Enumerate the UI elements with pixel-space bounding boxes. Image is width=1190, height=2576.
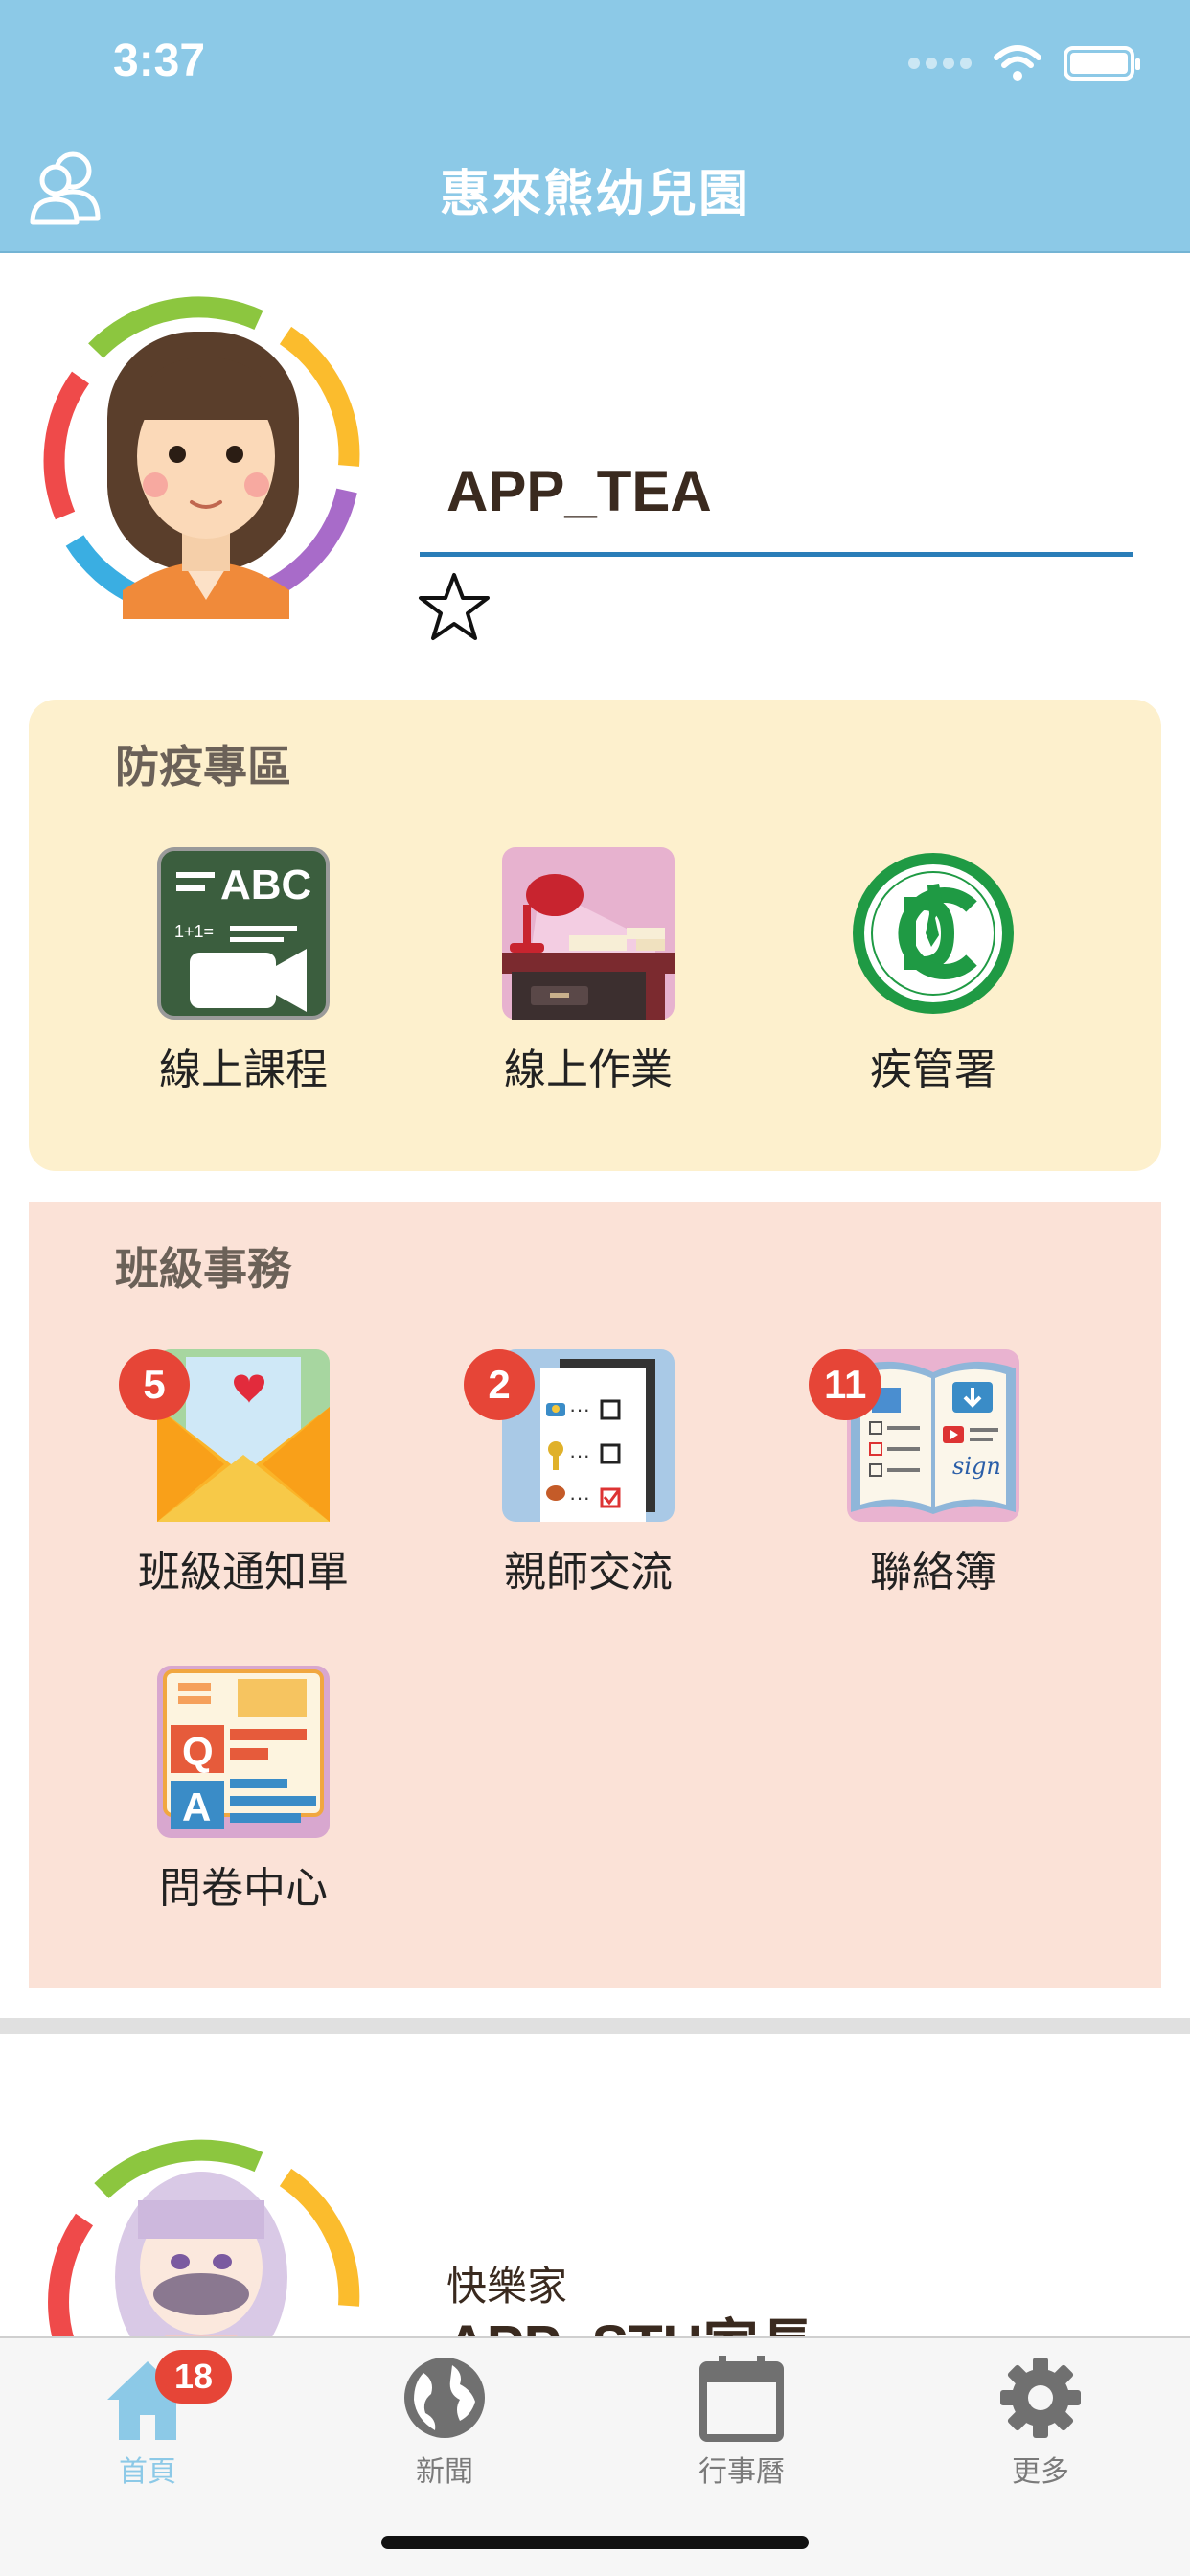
section-divider [0, 2018, 1190, 2034]
tile-label: 線上作業 [504, 1046, 673, 1094]
page-title: 惠來熊幼兒園 [439, 166, 750, 223]
gear-icon [1000, 2358, 1081, 2438]
class-affairs-section: 班級事務 5 班級通知單 ··· ··· ··· 2 親師交流 sign 11 … [29, 1202, 1161, 1988]
teacher-avatar[interactable] [38, 293, 374, 629]
notification-badge: 18 [155, 2350, 232, 2404]
tile-label: 親師交流 [504, 1548, 673, 1597]
name-underline [420, 552, 1133, 557]
svg-text:Q: Q [182, 1729, 214, 1774]
svg-text:···: ··· [569, 1485, 590, 1509]
tile-label: 線上課程 [159, 1046, 328, 1094]
tile-cdc[interactable]: 疾管署 [790, 847, 1077, 1096]
svg-text:···: ··· [569, 1443, 590, 1467]
svg-text:···: ··· [569, 1397, 590, 1421]
profile-name: APP_TEA [446, 459, 712, 523]
svg-text:1+1=: 1+1= [174, 922, 214, 941]
app-header: 3:37 惠來熊幼兒園 [0, 0, 1190, 253]
svg-text:A: A [182, 1784, 211, 1829]
tab-more[interactable]: 更多 [945, 2352, 1136, 2490]
cellular-signal-icon [908, 58, 972, 69]
status-time: 3:37 [113, 35, 206, 86]
tab-home[interactable]: 18 首頁 [52, 2350, 243, 2490]
tile-label: 疾管署 [870, 1046, 996, 1094]
tile-survey-center[interactable]: Q A 問卷中心 [100, 1666, 387, 1915]
online-class-icon: ABC 1+1= [157, 847, 330, 1020]
svg-text:sign: sign [952, 1453, 1001, 1480]
tile-label: 聯絡簿 [870, 1548, 996, 1597]
tab-label: 首頁 [119, 2455, 176, 2489]
tab-news[interactable]: 新聞 [349, 2352, 540, 2490]
tile-online-class[interactable]: ABC 1+1= 線上課程 [100, 847, 387, 1096]
tile-label: 問卷中心 [159, 1864, 328, 1913]
tile-contact-book[interactable]: sign 11 聯絡簿 [790, 1349, 1077, 1598]
home-indicator[interactable] [381, 2536, 809, 2549]
notification-badge: 11 [809, 1349, 882, 1420]
tab-label: 更多 [1012, 2455, 1069, 2489]
notification-badge: 5 [119, 1349, 190, 1420]
svg-text:ABC: ABC [220, 862, 311, 908]
globe-icon [404, 2358, 485, 2438]
calendar-icon [699, 2356, 784, 2442]
online-homework-icon [502, 847, 675, 1020]
tab-label: 行事曆 [698, 2455, 785, 2489]
tile-online-homework[interactable]: 線上作業 [445, 847, 732, 1096]
cdc-logo-icon [853, 853, 1014, 1014]
tab-calendar[interactable]: 行事曆 [646, 2352, 837, 2490]
tab-label: 新聞 [416, 2455, 473, 2489]
status-indicators [908, 44, 1140, 82]
qa-survey-icon: Q A [157, 1666, 330, 1838]
notification-badge: 2 [464, 1349, 535, 1420]
section-title: 班級事務 [115, 1243, 291, 1295]
section-title: 防疫專區 [115, 741, 291, 793]
epidemic-section: 防疫專區 ABC 1+1= 線上課程 線上作業 疾管署 [29, 700, 1161, 1171]
tile-parent-teacher[interactable]: ··· ··· ··· 2 親師交流 [445, 1349, 732, 1598]
wifi-icon [994, 45, 1041, 80]
tile-class-notice[interactable]: 5 班級通知單 [100, 1349, 387, 1598]
star-outline-icon[interactable] [416, 569, 492, 646]
tile-label: 班級通知單 [138, 1548, 349, 1597]
battery-icon [1064, 46, 1140, 80]
